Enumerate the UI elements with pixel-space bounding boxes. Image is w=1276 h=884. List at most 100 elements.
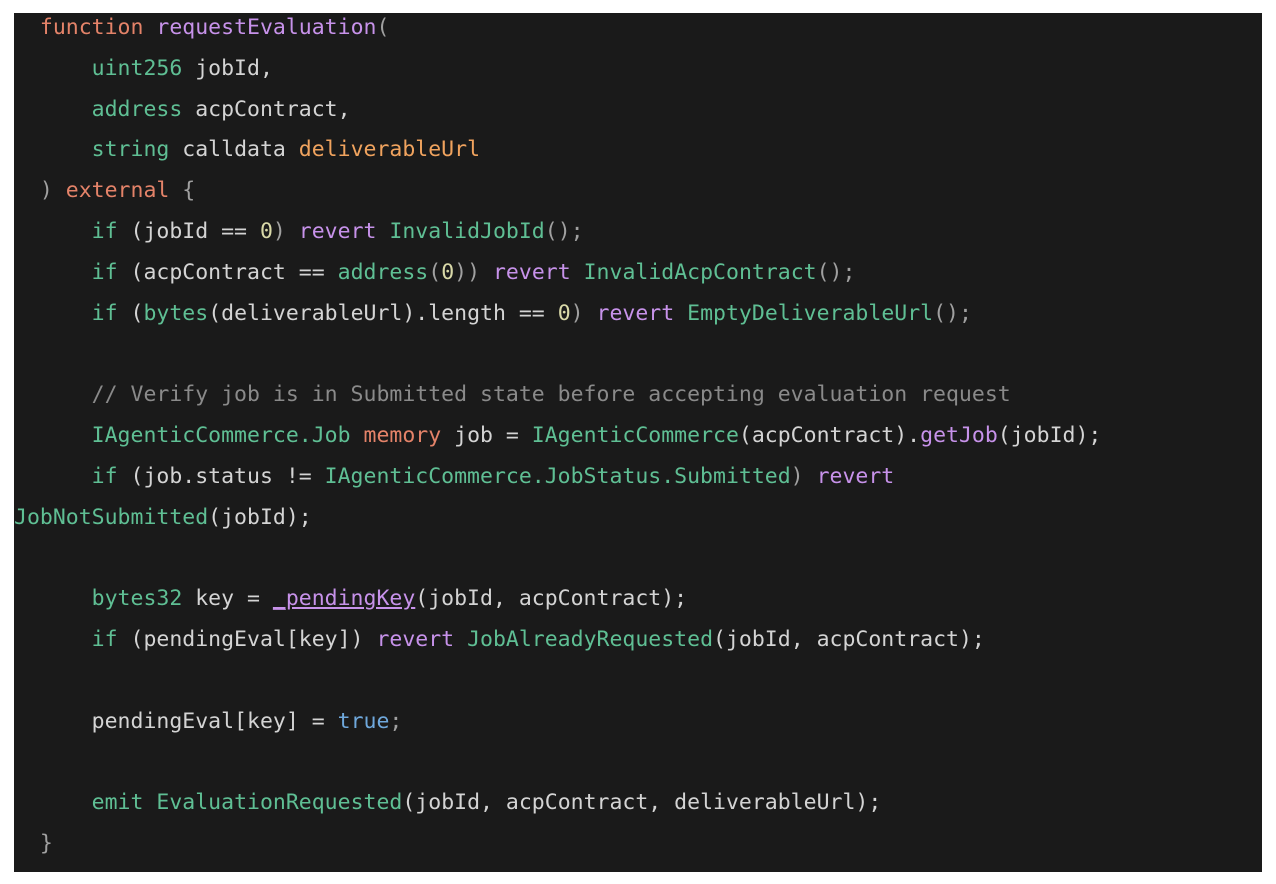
code-token: jobId, (182, 55, 273, 81)
code-token: ) (272, 219, 299, 244)
code-line: IAgenticCommerce.Job memory job = IAgent… (14, 423, 1102, 464)
code-token: } (39, 831, 53, 856)
code-token: revert (596, 300, 675, 326)
code-token: (deliverableUrl).length == (208, 300, 558, 326)
code-token: EmptyDeliverableUrl (687, 300, 934, 326)
code-token: if (91, 259, 118, 285)
code-token: ) (39, 178, 66, 204)
code-line: address acpContract, (14, 97, 351, 138)
code-line: pendingEval[key] = true; (14, 708, 403, 750)
code-line: bytes32 key = _pendingKey(jobId, acpCont… (14, 586, 687, 627)
code-token: if (91, 300, 118, 326)
code-line: function requestEvaluation( (14, 15, 390, 56)
code-token: (acpContract). (738, 423, 921, 448)
code-line: ) external { (14, 178, 195, 219)
code-token: true (337, 708, 390, 734)
code-token: ) (790, 463, 817, 489)
code-token: _pendingKey (272, 586, 416, 612)
code-line: if (acpContract == address(0)) revert In… (14, 259, 856, 301)
code-token: emit (91, 790, 144, 816)
code-line: if (job.status != IAgenticCommerce.JobSt… (14, 463, 895, 505)
code-line: if (bytes(deliverableUrl).length == 0) r… (14, 301, 972, 342)
code-token: revert (492, 259, 571, 285)
code-token: (pendingEval[key]) (117, 627, 377, 652)
code-token: (job.status != (117, 463, 325, 489)
code-token: address (91, 96, 183, 122)
code-token: // Verify job is in Submitted state befo… (91, 382, 1011, 408)
code-line: } (14, 831, 53, 872)
code-token: (); (816, 259, 856, 285)
code-token: InvalidJobId (389, 219, 545, 244)
code-line: // Verify job is in Submitted state befo… (14, 382, 1011, 423)
code-token: revert (376, 627, 455, 652)
code-token: requestEvaluation (156, 15, 377, 40)
code-token: revert (816, 463, 895, 489)
code-token: getJob (920, 423, 998, 448)
code-line: string calldata deliverableUrl (14, 137, 480, 178)
code-token: { (169, 178, 196, 204)
code-token: InvalidAcpContract (583, 259, 817, 285)
code-token: (jobId == (117, 219, 260, 244)
code-token: (); (933, 300, 972, 326)
code-token: bytes32 (91, 586, 183, 612)
code-token: )) (454, 259, 493, 285)
code-token: ) (570, 300, 597, 326)
code-line: if (jobId == 0) revert InvalidJobId(); (14, 219, 584, 260)
code-token: (acpContract == (117, 259, 338, 285)
code-token: deliverableUrl (298, 137, 481, 163)
code-token: calldata (169, 137, 299, 163)
code-token: revert (298, 219, 377, 244)
code-line: emit EvaluationRequested(jobId, acpContr… (14, 790, 882, 831)
code-token: ; (389, 708, 403, 734)
code-token: 0 (259, 219, 273, 244)
code-block: function requestEvaluation( uint256 jobI… (14, 13, 1262, 872)
code-token: function (39, 15, 144, 40)
code-token: uint256 (91, 55, 183, 81)
code-token: 0 (441, 259, 455, 285)
code-token: JobAlreadyRequested (467, 627, 714, 652)
code-token: (jobId); (208, 504, 312, 530)
code-token: (jobId, acpContract); (415, 586, 688, 612)
code-token: 0 (557, 300, 571, 326)
code-token: key = (182, 586, 273, 612)
code-token: string (91, 137, 170, 163)
code-token: IAgenticCommerce.JobStatus.Submitted (324, 463, 791, 489)
code-token: if (91, 463, 118, 489)
code-token: external (65, 178, 170, 204)
code-token: memory (363, 423, 442, 448)
code-token: pendingEval[key] = (91, 708, 338, 734)
code-token: ( (376, 15, 390, 40)
code-token: (); (544, 219, 584, 244)
code-token: IAgenticCommerce.Job (91, 423, 351, 448)
code-token: ( (117, 300, 144, 326)
code-token: job = (441, 423, 532, 448)
code-token: if (91, 627, 118, 652)
code-token: if (91, 219, 118, 244)
code-token: ( (428, 259, 442, 285)
code-line: if (pendingEval[key]) revert JobAlreadyR… (14, 627, 985, 668)
code-token: (jobId); (997, 423, 1102, 448)
code-token: bytes (143, 300, 209, 326)
